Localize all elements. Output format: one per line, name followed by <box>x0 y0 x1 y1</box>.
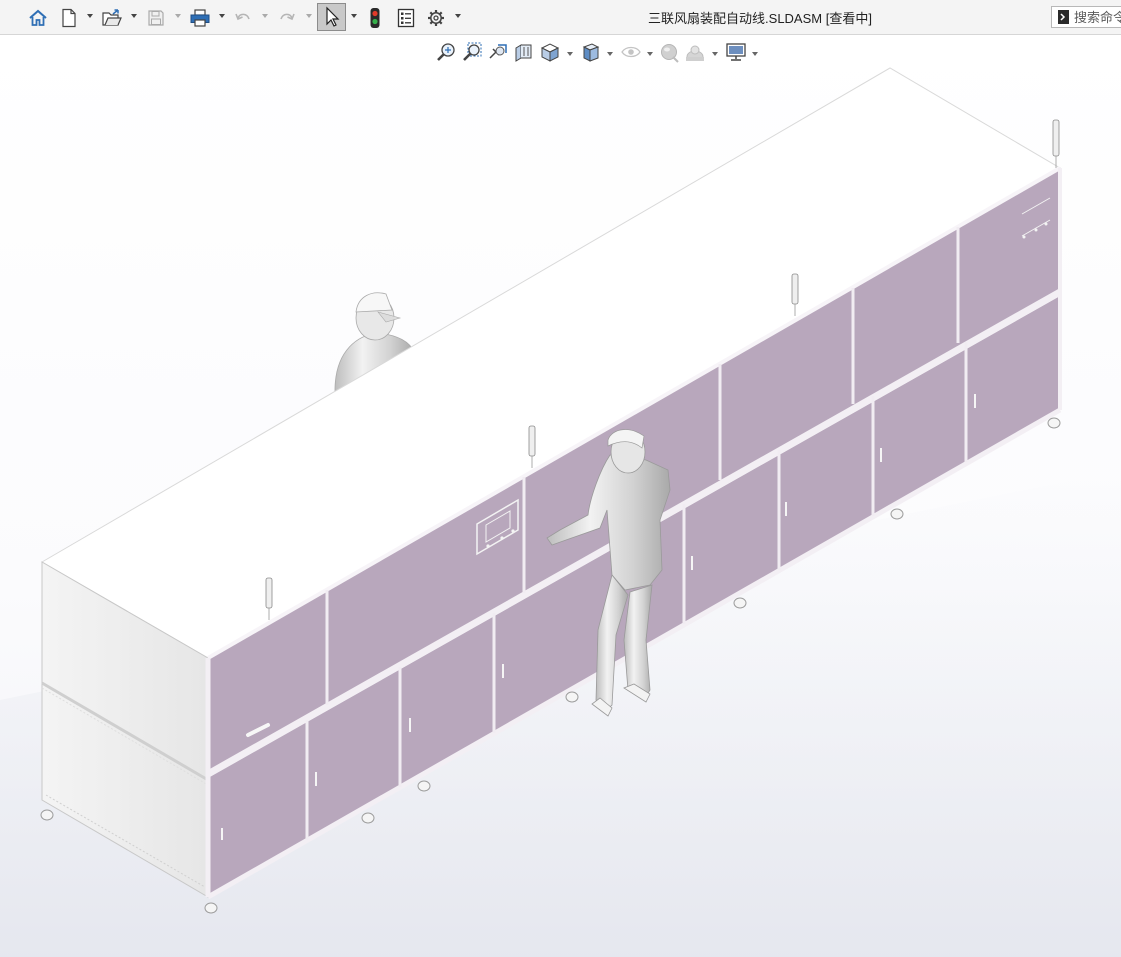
save-icon <box>148 9 164 26</box>
file-properties-icon <box>397 8 415 27</box>
redo-button[interactable] <box>277 5 297 30</box>
graphics-viewport[interactable] <box>0 35 1121 957</box>
save-dropdown[interactable] <box>175 14 181 18</box>
assembly-model-view[interactable] <box>0 35 1121 957</box>
open-dropdown[interactable] <box>131 14 137 18</box>
main-toolbar: 三联风扇装配自动线.SLDASM [查看中] <box>0 0 1121 35</box>
cursor-arrow-icon <box>326 6 340 27</box>
window-title: 三联风扇装配自动线.SLDASM [查看中] <box>648 11 872 26</box>
command-prompt-icon <box>1058 10 1069 24</box>
search-commands-box[interactable] <box>1051 6 1121 28</box>
redo-dropdown[interactable] <box>306 14 312 18</box>
gear-icon <box>428 9 444 26</box>
print-button[interactable] <box>188 5 212 30</box>
open-folder-icon <box>102 8 122 26</box>
undo-button[interactable] <box>233 5 253 30</box>
printer-icon <box>190 8 210 27</box>
options-button[interactable] <box>425 5 447 30</box>
new-document-button[interactable] <box>58 5 80 30</box>
undo-dropdown[interactable] <box>262 14 268 18</box>
file-properties-button[interactable] <box>394 5 418 30</box>
home-icon <box>29 9 47 26</box>
select-button[interactable] <box>317 3 346 31</box>
undo-icon <box>235 13 250 20</box>
select-dropdown[interactable] <box>351 14 357 18</box>
home-button[interactable] <box>26 5 50 30</box>
redo-icon <box>280 13 295 20</box>
open-button[interactable] <box>100 5 124 30</box>
rebuild-button[interactable] <box>366 5 384 30</box>
search-commands-input[interactable] <box>1074 9 1121 25</box>
options-dropdown[interactable] <box>455 14 461 18</box>
traffic-light-icon <box>370 7 380 28</box>
new-document-icon <box>62 8 76 27</box>
print-dropdown[interactable] <box>219 14 225 18</box>
new-document-dropdown[interactable] <box>87 14 93 18</box>
save-button[interactable] <box>145 5 167 30</box>
